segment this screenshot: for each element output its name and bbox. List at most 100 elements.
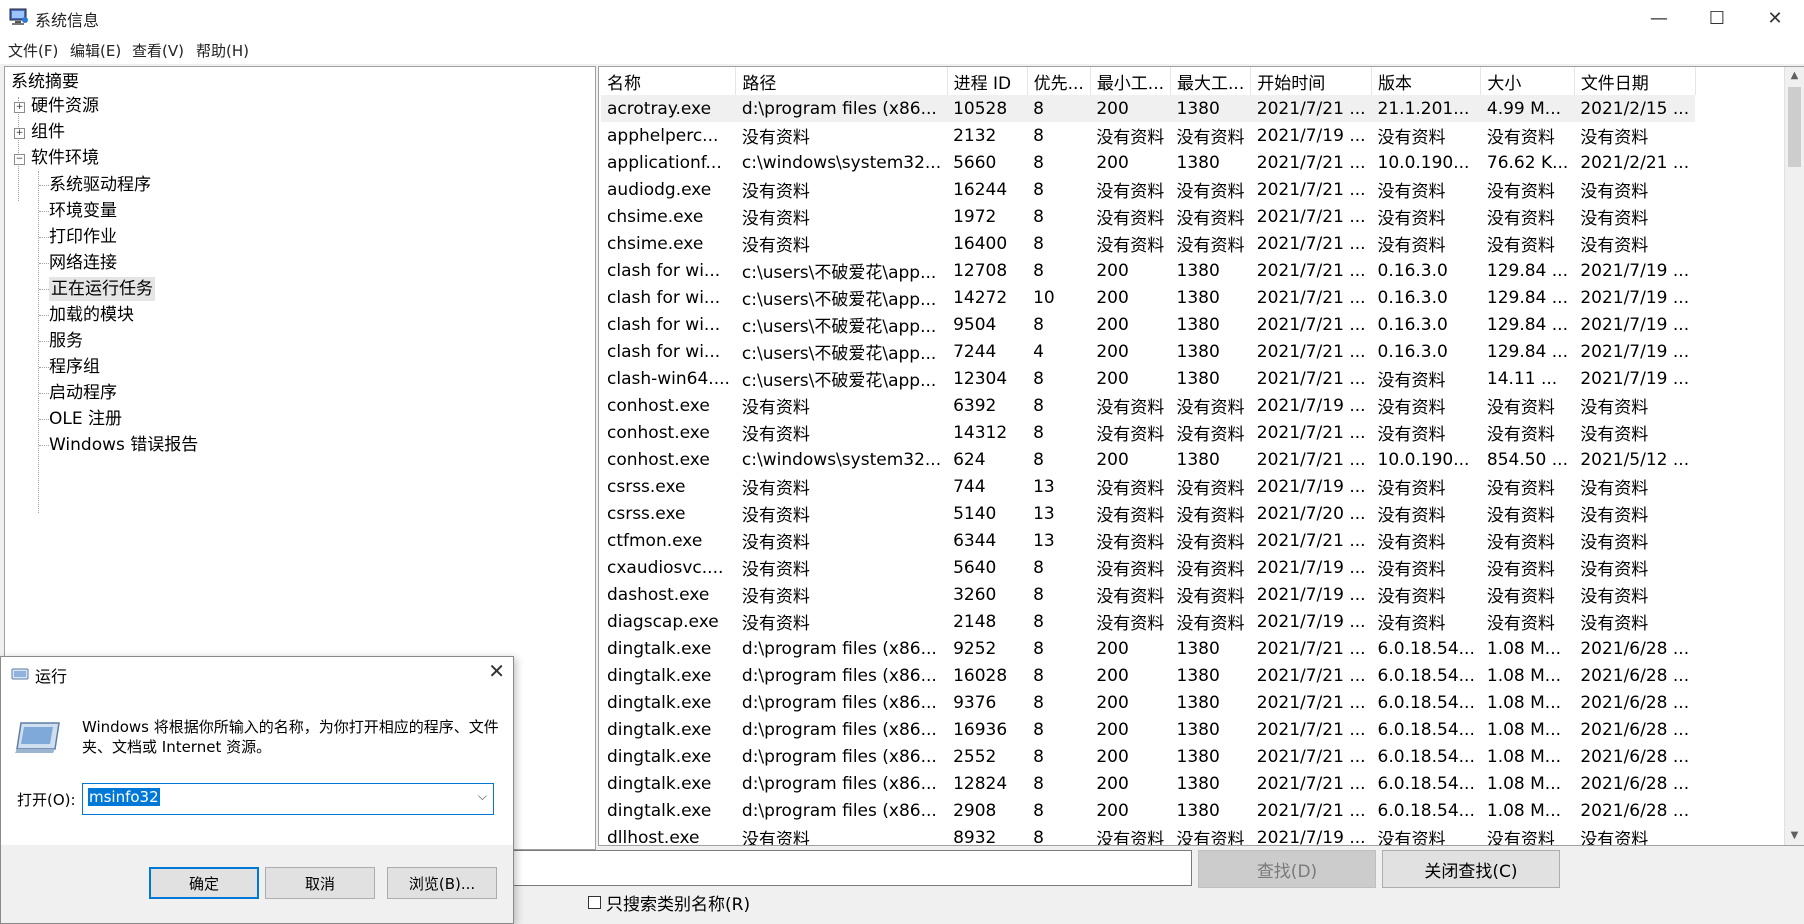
table-row[interactable]: conhost.exe c:\windows\system32... 624 8 200… xyxy=(601,446,1695,473)
table-row[interactable]: apphelperc... 没有资料 2132 8 没有资料 没有资料 2021/7/19 … xyxy=(601,122,1695,149)
close-button[interactable]: ✕ xyxy=(1746,0,1804,36)
table-cell: 6.0.18.54... xyxy=(1377,773,1475,794)
table-row[interactable]: acrotray.exe d:\program files (x86... 1052… xyxy=(601,95,1696,122)
scrollbar-thumb[interactable] xyxy=(1788,87,1801,167)
table-row[interactable]: clash for wi... c:\users\不破爱花\app... 7244 4… xyxy=(601,338,1695,365)
table-row[interactable]: diagscap.exe 没有资料 2148 8 没有资料 没有资料 2021/7/19 .… xyxy=(601,608,1695,635)
tree-item-system-summary[interactable]: 系统摘要 xyxy=(11,70,79,94)
table-cell: 没有资料 xyxy=(1486,587,1555,607)
open-input-value[interactable]: msinfo32 xyxy=(88,788,160,806)
vertical-scrollbar[interactable]: ▲ ▼ xyxy=(1784,67,1804,845)
table-row[interactable]: csrss.exe 没有资料 5140 13 没有资料 没有资料 2021/7/20 ...… xyxy=(601,500,1695,527)
menu-view[interactable]: 查看(V) xyxy=(132,40,184,61)
table-row[interactable]: conhost.exe 没有资料 14312 8 没有资料 没有资料 2021/7/21 .… xyxy=(601,419,1695,446)
table-row[interactable]: chsime.exe 没有资料 1972 8 没有资料 没有资料 2021/7/21 ...… xyxy=(601,203,1695,230)
table-cell: d:\program files (x86... xyxy=(741,665,937,686)
table-row[interactable]: clash for wi... c:\users\不破爱花\app... 14272… xyxy=(601,284,1695,311)
minimize-button[interactable]: — xyxy=(1630,0,1688,36)
search-category-only-checkbox[interactable] xyxy=(588,896,601,909)
table-row[interactable]: dingtalk.exe d:\program files (x86... 1282… xyxy=(601,770,1695,797)
running-tasks-table[interactable]: 名称 路径 进程 ID 优先... 最小工... 最大工... 开始时间 版本 … xyxy=(598,66,1804,846)
table-cell: 2021/7/21 ... xyxy=(1256,530,1366,551)
table-row[interactable]: csrss.exe 没有资料 744 13 没有资料 没有资料 2021/7/19 ... 没… xyxy=(601,473,1695,500)
table-cell: 没有资料 xyxy=(1486,398,1555,418)
table-cell: 2021/7/19 ... xyxy=(1256,395,1366,416)
tree-item-loaded-modules[interactable]: 加载的模块 xyxy=(49,303,134,327)
table-row[interactable]: clash for wi... c:\users\不破爱花\app... 12708… xyxy=(601,257,1695,284)
tree-item-environment-variables[interactable]: 环境变量 xyxy=(49,199,117,223)
table-row[interactable]: dingtalk.exe d:\program files (x86... 9252… xyxy=(601,635,1695,662)
tree-item-running-tasks[interactable]: 正在运行任务 xyxy=(49,277,155,301)
table-row[interactable]: conhost.exe 没有资料 6392 8 没有资料 没有资料 2021/7/19 ..… xyxy=(601,392,1695,419)
tree-item-windows-error-reporting[interactable]: Windows 错误报告 xyxy=(49,433,198,457)
column-header-file-date[interactable]: 文件日期 xyxy=(1574,67,1696,95)
table-cell: 8 xyxy=(1033,125,1044,146)
find-button[interactable]: 查找(D) xyxy=(1198,850,1376,888)
column-header-size[interactable]: 大小 xyxy=(1480,67,1575,95)
table-cell: d:\program files (x86... xyxy=(741,746,937,767)
table-cell: 200 xyxy=(1096,341,1129,362)
chevron-down-icon[interactable]: ⌵ xyxy=(478,789,487,804)
cancel-button[interactable]: 取消 xyxy=(265,867,375,899)
ok-button[interactable]: 确定 xyxy=(149,867,259,899)
table-cell: 8 xyxy=(1033,557,1044,578)
table-row[interactable]: clash for wi... c:\users\不破爱花\app... 9504 8… xyxy=(601,311,1695,338)
tree-item-services[interactable]: 服务 xyxy=(49,329,83,353)
column-header-path[interactable]: 路径 xyxy=(735,67,948,95)
close-find-button[interactable]: 关闭查找(C) xyxy=(1382,850,1560,888)
maximize-button[interactable]: ☐ xyxy=(1688,0,1746,36)
column-header-max-working-set[interactable]: 最大工... xyxy=(1170,67,1252,95)
menu-help[interactable]: 帮助(H) xyxy=(196,40,249,61)
close-icon[interactable]: ✕ xyxy=(488,659,505,683)
table-cell: 200 xyxy=(1096,800,1129,821)
table-row[interactable]: dashost.exe 没有资料 3260 8 没有资料 没有资料 2021/7/19 ..… xyxy=(601,581,1695,608)
scroll-down-icon[interactable]: ▼ xyxy=(1785,827,1804,845)
table-cell: 16936 xyxy=(953,719,1008,740)
expand-icon[interactable]: + xyxy=(14,128,25,139)
browse-button[interactable]: 浏览(B)... xyxy=(387,867,497,899)
table-cell: 没有资料 xyxy=(1580,533,1649,553)
table-row[interactable]: dingtalk.exe d:\program files (x86... 1693… xyxy=(601,716,1695,743)
column-header-min-working-set[interactable]: 最小工... xyxy=(1090,67,1172,95)
table-row[interactable]: audiodg.exe 没有资料 16244 8 没有资料 没有资料 2021/7/21 .… xyxy=(601,176,1695,203)
table-row[interactable]: dingtalk.exe d:\program files (x86... 2908… xyxy=(601,797,1695,824)
tree-item-hardware-resources[interactable]: 硬件资源 xyxy=(31,94,99,118)
table-row[interactable]: dllhost.exe 没有资料 8932 8 没有资料 没有资料 2021/7/19 ..… xyxy=(601,824,1695,846)
menu-edit[interactable]: 编辑(E) xyxy=(70,40,121,61)
menu-file[interactable]: 文件(F) xyxy=(8,40,58,61)
table-row[interactable]: dingtalk.exe d:\program files (x86... 9376… xyxy=(601,689,1695,716)
table-cell: 1380 xyxy=(1176,719,1220,740)
tree-item-startup-programs[interactable]: 启动程序 xyxy=(49,381,117,405)
column-header-version[interactable]: 版本 xyxy=(1371,67,1482,95)
table-row[interactable]: dingtalk.exe d:\program files (x86... 1602… xyxy=(601,662,1695,689)
table-cell: 2021/7/20 ... xyxy=(1256,503,1366,524)
table-row[interactable]: clash-win64.... c:\users\不破爱花\app... 12304… xyxy=(601,365,1695,392)
tree-item-system-drivers[interactable]: 系统驱动程序 xyxy=(49,173,151,197)
tree-item-print-jobs[interactable]: 打印作业 xyxy=(49,225,117,249)
collapse-icon[interactable]: − xyxy=(14,154,25,165)
table-row[interactable]: ctfmon.exe 没有资料 6344 13 没有资料 没有资料 2021/7/21 ..… xyxy=(601,527,1695,554)
table-cell: 2021/7/19 ... xyxy=(1256,557,1366,578)
column-header-name[interactable]: 名称 xyxy=(601,67,737,95)
find-input[interactable] xyxy=(510,850,1192,886)
table-cell: 没有资料 xyxy=(741,398,810,418)
table-row[interactable]: applicationf... c:\windows\system32... 566… xyxy=(601,149,1695,176)
tree-item-components[interactable]: 组件 xyxy=(31,120,65,144)
table-row[interactable]: chsime.exe 没有资料 16400 8 没有资料 没有资料 2021/7/21 ..… xyxy=(601,230,1695,257)
open-combobox[interactable]: msinfo32 ⌵ xyxy=(82,783,494,815)
column-header-priority[interactable]: 优先... xyxy=(1027,67,1091,95)
table-row[interactable]: cxaudiosvc.... 没有资料 5640 8 没有资料 没有资料 2021/7/19… xyxy=(601,554,1695,581)
tree-item-network-connections[interactable]: 网络连接 xyxy=(49,251,117,275)
table-cell: 2021/6/28 ... xyxy=(1580,800,1690,821)
tree-item-program-groups[interactable]: 程序组 xyxy=(49,355,100,379)
expand-icon[interactable]: + xyxy=(14,102,25,113)
table-row[interactable]: dingtalk.exe d:\program files (x86... 2552… xyxy=(601,743,1695,770)
column-header-start-time[interactable]: 开始时间 xyxy=(1250,67,1373,95)
table-cell: 2021/7/19 ... xyxy=(1256,476,1366,497)
column-header-pid[interactable]: 进程 ID xyxy=(947,67,1028,95)
tree-item-ole-registration[interactable]: OLE 注册 xyxy=(49,407,122,431)
scroll-up-icon[interactable]: ▲ xyxy=(1785,67,1804,85)
table-cell: 200 xyxy=(1096,692,1129,713)
table-cell: 2021/7/19 ... xyxy=(1580,260,1690,281)
tree-item-software-environment[interactable]: 软件环境 xyxy=(31,146,99,170)
